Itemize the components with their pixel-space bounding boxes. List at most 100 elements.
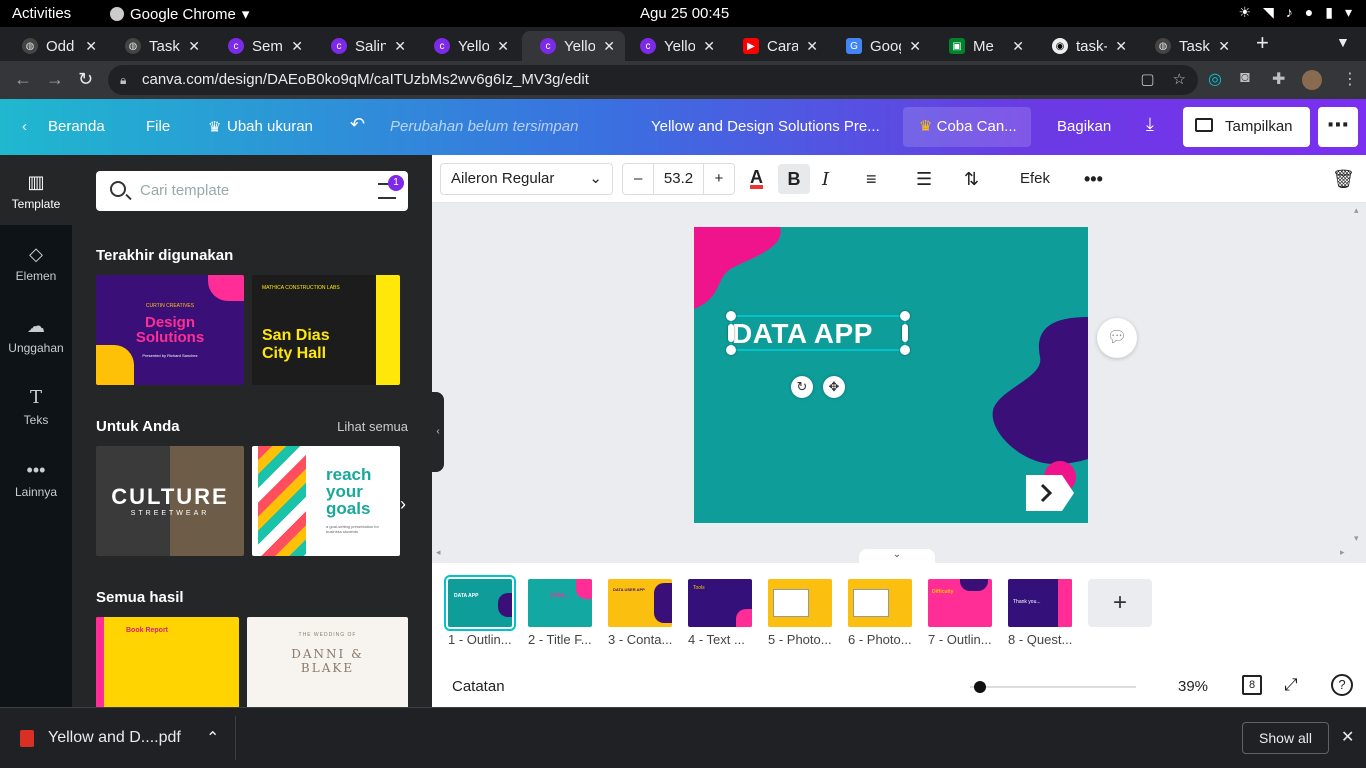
- file-menu[interactable]: File: [146, 118, 170, 135]
- move-icon[interactable]: ✥: [823, 376, 845, 398]
- add-comment-button[interactable]: 💬︎: [1097, 318, 1137, 358]
- close-icon[interactable]: ✕: [603, 38, 615, 55]
- resize-handle[interactable]: [726, 345, 736, 355]
- browser-tab[interactable]: ◉ task-v ✕: [1034, 31, 1137, 61]
- browser-tab[interactable]: c Yellov ✕: [622, 31, 725, 61]
- close-icon[interactable]: ✕: [394, 38, 406, 55]
- text-selection-box[interactable]: [726, 311, 910, 355]
- rail-item-template[interactable]: ▥ Template: [0, 155, 72, 225]
- spacing-icon[interactable]: ⇅: [964, 169, 979, 190]
- slide-canvas[interactable]: [694, 227, 1088, 523]
- camera-icon[interactable]: ◙: [1240, 69, 1250, 87]
- present-button[interactable]: Tampilkan: [1183, 107, 1310, 147]
- more-options-icon[interactable]: •••: [1084, 169, 1103, 190]
- close-icon[interactable]: ✕: [291, 38, 303, 55]
- bookmark-star-icon[interactable]: ☆: [1173, 65, 1186, 95]
- increase-size-button[interactable]: +: [704, 164, 734, 194]
- template-thumbnail[interactable]: Book Report: [96, 617, 239, 707]
- scroll-right-icon[interactable]: ▸: [1340, 547, 1345, 558]
- resize-handle[interactable]: [728, 324, 734, 342]
- reload-icon[interactable]: ↻: [78, 69, 93, 90]
- notes-button[interactable]: Catatan: [452, 678, 505, 695]
- page-thumbnail[interactable]: DATA USER APP: [608, 579, 672, 627]
- forward-arrow-icon[interactable]: →: [46, 69, 64, 90]
- download-icon[interactable]: ⤓: [1146, 114, 1154, 135]
- rail-item-uploads[interactable]: ☁ Unggahan: [0, 299, 72, 369]
- browser-tab[interactable]: ▶ Cara I ✕: [725, 31, 828, 61]
- effects-button[interactable]: Efek: [1020, 170, 1050, 187]
- design-title[interactable]: Yellow and Design Solutions Pre...: [651, 118, 886, 135]
- zoom-slider-knob[interactable]: [974, 681, 986, 693]
- resize-handle[interactable]: [902, 324, 908, 342]
- puzzle-icon[interactable]: ✚: [1272, 69, 1285, 89]
- tab-search-button[interactable]: ▼: [1336, 34, 1350, 50]
- browser-tab[interactable]: c Yellov ✕: [416, 31, 519, 61]
- font-size-value[interactable]: 53.2: [653, 164, 704, 194]
- align-left-icon[interactable]: ≡: [866, 169, 877, 190]
- close-icon[interactable]: ✕: [85, 38, 97, 55]
- download-item[interactable]: Yellow and D....pdf: [48, 729, 181, 747]
- show-all-downloads-button[interactable]: Show all: [1242, 722, 1329, 754]
- rail-item-more[interactable]: ••• Lainnya: [0, 443, 72, 513]
- collapse-panel-button[interactable]: ‹: [432, 392, 444, 472]
- page-thumbnail[interactable]: Thank you...: [1008, 579, 1072, 627]
- close-icon[interactable]: ✕: [806, 38, 818, 55]
- system-tray[interactable]: ☀ ◥ ♪ ● ▮ ▾: [1238, 4, 1352, 21]
- expand-pages-toggle[interactable]: ⌄: [859, 549, 935, 563]
- close-icon[interactable]: ✕: [703, 38, 715, 55]
- address-bar[interactable]: 🔒︎ canva.com/design/DAEoB0ko9qM/caITUzbM…: [108, 65, 1198, 95]
- rotate-icon[interactable]: ↻: [791, 376, 813, 398]
- browser-tab[interactable]: ◍ Task V ✕: [107, 31, 210, 61]
- scroll-down-icon[interactable]: ▾: [1354, 533, 1359, 544]
- page-thumbnail[interactable]: CURA...: [528, 579, 592, 627]
- chevron-right-icon[interactable]: ›: [400, 494, 406, 515]
- template-thumbnail[interactable]: MATHICA CONSTRUCTION LABS San Dias City …: [252, 275, 400, 385]
- close-icon[interactable]: ✕: [1341, 727, 1354, 747]
- undo-icon[interactable]: ↶: [350, 114, 365, 135]
- resize-handle[interactable]: [726, 311, 736, 321]
- page-thumbnail[interactable]: [768, 579, 832, 627]
- page-thumbnail[interactable]: Difficulty: [928, 579, 992, 627]
- font-family-dropdown[interactable]: Aileron Regular ⌄: [440, 163, 613, 195]
- page-thumbnail[interactable]: DATA APP: [444, 575, 516, 631]
- close-icon[interactable]: ✕: [1012, 38, 1024, 55]
- home-link[interactable]: Beranda: [48, 118, 105, 135]
- scroll-up-icon[interactable]: ▴: [1354, 205, 1359, 216]
- template-search-input[interactable]: Cari template 1: [96, 171, 408, 211]
- see-all-link[interactable]: Lihat semua: [337, 419, 408, 434]
- text-color-button[interactable]: A: [750, 168, 763, 189]
- rail-item-elements[interactable]: ◇ Elemen: [0, 227, 72, 297]
- zoom-level[interactable]: 39%: [1178, 678, 1208, 695]
- help-icon[interactable]: ?: [1331, 674, 1353, 696]
- template-thumbnail[interactable]: reach your goals a goal-setting presenta…: [252, 446, 400, 556]
- zoom-slider[interactable]: [970, 681, 1136, 693]
- share-button[interactable]: Bagikan: [1057, 118, 1111, 135]
- fullscreen-icon[interactable]: ⤢: [1284, 675, 1298, 695]
- scroll-left-icon[interactable]: ◂: [436, 547, 441, 558]
- add-page-button[interactable]: +: [1088, 579, 1152, 627]
- template-thumbnail[interactable]: CURTIN CREATIVES Design Solutions Presen…: [96, 275, 244, 385]
- activities-button[interactable]: Activities: [12, 5, 71, 22]
- font-size-stepper[interactable]: – 53.2 +: [622, 163, 735, 195]
- bold-button[interactable]: B: [778, 164, 810, 194]
- app-menu[interactable]: Google Chrome ▾: [110, 5, 249, 23]
- kebab-menu-icon[interactable]: ⋮: [1342, 69, 1358, 89]
- close-icon[interactable]: ✕: [1218, 38, 1230, 55]
- italic-button[interactable]: I: [822, 169, 829, 190]
- browser-tab[interactable]: ▣ Me ✕: [931, 31, 1034, 61]
- close-icon[interactable]: ✕: [188, 38, 200, 55]
- bullet-list-icon[interactable]: ☰: [916, 169, 932, 190]
- rail-item-text[interactable]: T Teks: [0, 371, 72, 441]
- browser-tab[interactable]: ◍ Odd E ✕: [4, 31, 107, 61]
- template-thumbnail[interactable]: CULTURE STREETWEAR: [96, 446, 244, 556]
- page-thumbnail[interactable]: [848, 579, 912, 627]
- browser-tab[interactable]: ◍ Task V ✕: [1137, 31, 1240, 61]
- close-icon[interactable]: ✕: [497, 38, 509, 55]
- page-thumbnail[interactable]: Tools: [688, 579, 752, 627]
- chevron-left-icon[interactable]: ‹: [22, 118, 27, 135]
- avatar[interactable]: [1302, 70, 1322, 90]
- close-icon[interactable]: ✕: [1115, 38, 1127, 55]
- chevron-up-icon[interactable]: ⌃: [206, 728, 219, 748]
- back-arrow-icon[interactable]: ←: [14, 69, 32, 90]
- close-icon[interactable]: ✕: [909, 38, 921, 55]
